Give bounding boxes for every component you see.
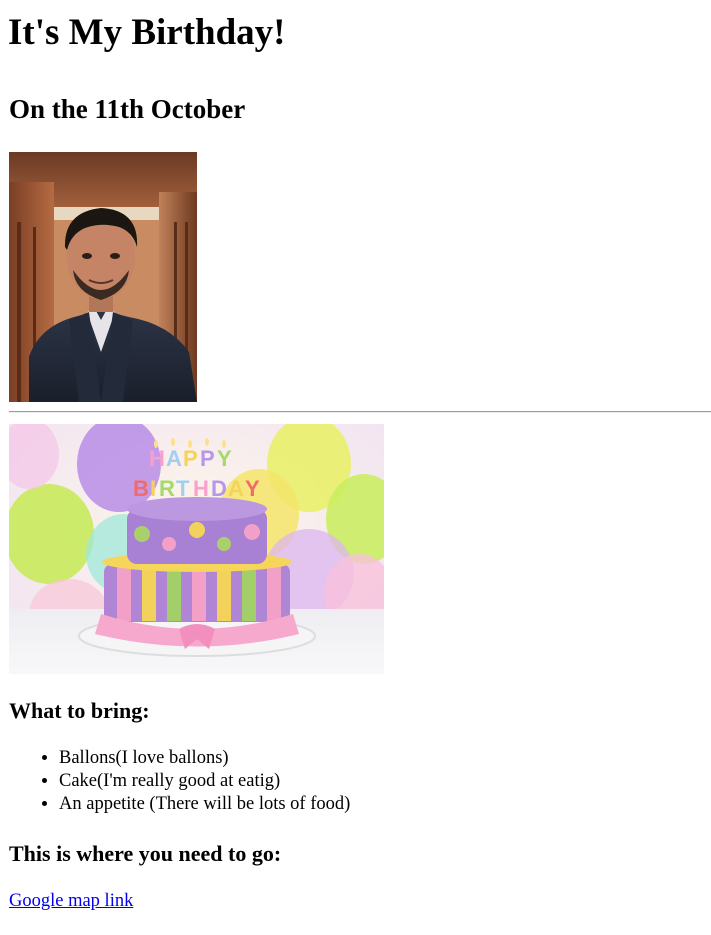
- what-to-bring-heading: What to bring:: [9, 698, 150, 723]
- svg-text:D: D: [211, 476, 227, 501]
- svg-text:A: A: [166, 446, 182, 471]
- svg-text:Y: Y: [245, 476, 260, 501]
- svg-text:P: P: [200, 446, 215, 471]
- svg-text:P: P: [183, 446, 198, 471]
- svg-text:Y: Y: [217, 446, 232, 471]
- svg-text:A: A: [228, 476, 244, 501]
- page-title: It's My Birthday!: [8, 12, 286, 53]
- svg-text:R: R: [159, 476, 175, 501]
- horizontal-divider: [9, 411, 711, 413]
- svg-text:T: T: [176, 476, 190, 501]
- location-heading: This is where you need to go:: [9, 841, 282, 866]
- svg-text:I: I: [150, 476, 156, 501]
- svg-text:H: H: [193, 476, 209, 501]
- page-subtitle: On the 11th October: [9, 94, 246, 124]
- bring-list: Ballons(I love ballons) Cake(I'm really …: [9, 747, 350, 816]
- google-map-link[interactable]: Google map link: [9, 890, 133, 913]
- portrait-photo: [9, 152, 197, 402]
- list-item: Cake(I'm really good at eatig): [59, 770, 350, 793]
- svg-text:B: B: [133, 476, 149, 501]
- birthday-cake-photo: H A P P Y B I R T H D A Y: [9, 424, 384, 674]
- list-item: An appetite (There will be lots of food): [59, 793, 350, 816]
- svg-text:H: H: [149, 446, 165, 471]
- list-item: Ballons(I love ballons): [59, 747, 350, 770]
